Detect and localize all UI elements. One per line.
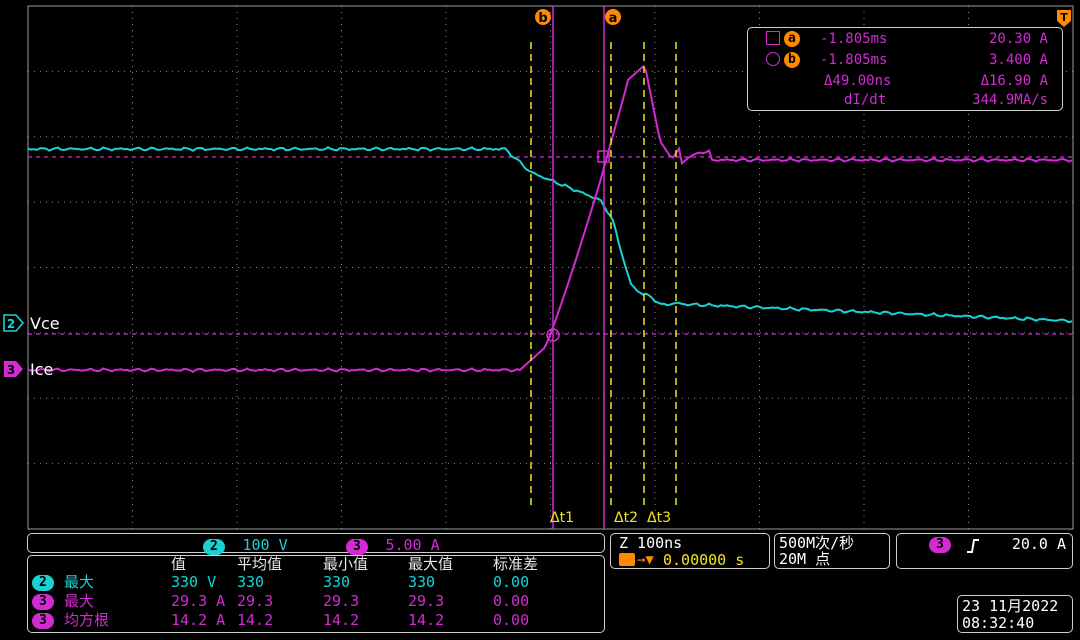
measurement-name: 最大	[64, 592, 95, 610]
trigger-level: 20.0 A	[1011, 535, 1066, 553]
sample-rate: 500M次/秒	[779, 534, 855, 552]
cursor-b-badge: b	[784, 51, 800, 68]
measurement-value: 330 V	[171, 573, 217, 591]
measurement-std: 0.00	[493, 573, 530, 591]
ch2-scale[interactable]: 2 100 V	[203, 535, 288, 555]
cursor-b-tag[interactable]: b	[535, 9, 551, 26]
time-display: 08:32:40	[962, 614, 1035, 632]
acquisition-panel[interactable]: 500M次/秒 20M 点	[774, 533, 890, 569]
delta-value-readout: Δ16.90 A	[980, 73, 1048, 89]
measurement-header: 最大值	[408, 555, 454, 573]
delta-time-readout: Δ49.00ns	[824, 73, 892, 89]
measurement-std: 0.00	[493, 592, 530, 610]
cursor-a-tag[interactable]: a	[605, 9, 621, 26]
trigger-position-marker[interactable]: T	[1057, 10, 1071, 27]
ch3-ice-waveform	[27, 64, 1073, 373]
svg-text:T: T	[1060, 11, 1068, 24]
cursor-a-badge: a	[784, 30, 800, 47]
trigger-source-badge: 3	[929, 537, 951, 553]
measurement-channel-badge: 3	[32, 613, 54, 629]
ch3-label: Ice	[30, 360, 53, 379]
delta-t2-label: Δt2	[614, 510, 638, 526]
record-length: 20M 点	[779, 550, 831, 568]
cursor-b-time: -1.805ms	[820, 52, 888, 68]
cursor-b-value: 3.400 A	[988, 52, 1048, 68]
oscilloscope-screen: b a T 2 Vce 3 Ice Δt1 Δt2 Δt3 a -1.805ms…	[0, 0, 1080, 640]
ch3-badge: 3	[346, 539, 368, 555]
measurement-channel-badge: 3	[32, 594, 54, 610]
svg-text:b: b	[538, 11, 547, 26]
datetime-panel: 23 11月2022 08:32:40	[957, 595, 1073, 633]
zoom-timebase: Z 100ns	[619, 534, 683, 552]
rate-label: dI/dt	[844, 92, 887, 108]
cursor-readout-panel[interactable]: a -1.805ms 20.30 A b -1.805ms 3.400 A Δ4…	[747, 27, 1063, 111]
delta-t3-label: Δt3	[647, 510, 671, 526]
svg-text:a: a	[609, 11, 618, 26]
channel-scale-bar[interactable]: 2 100 V 3 5.00 A	[27, 533, 605, 555]
ch2-badge: 2	[203, 539, 225, 555]
timebase-panel[interactable]: Z 100ns →▼ 0.00000 s	[610, 533, 770, 569]
ch2-label: Vce	[30, 314, 60, 333]
svg-text:3: 3	[7, 363, 15, 377]
ch3-offset-marker[interactable]: 3	[4, 361, 23, 377]
rising-edge-icon	[967, 539, 979, 553]
measurement-max: 14.2	[408, 611, 445, 629]
svg-text:2: 2	[7, 317, 15, 331]
delta-t1-label: Δt1	[550, 510, 574, 526]
measurement-name: 最大	[64, 573, 95, 591]
ch3-scale[interactable]: 3 5.00 A	[346, 535, 440, 555]
trigger-offset-arrow: →▼	[637, 552, 654, 568]
measurement-header: 平均值	[237, 555, 283, 573]
circle-cursor-icon	[766, 52, 780, 66]
cursor-a-time: -1.805ms	[820, 31, 888, 47]
measurement-mean: 14.2	[237, 611, 274, 629]
measurement-min: 29.3	[323, 592, 360, 610]
measurement-min: 330	[323, 573, 351, 591]
trigger-panel[interactable]: 3 20.0 A	[896, 533, 1073, 569]
date-display: 23 11月2022	[962, 597, 1059, 615]
measurement-header: 最小值	[323, 555, 369, 573]
measurement-channel-badge: 2	[32, 575, 54, 591]
trigger-position-icon	[619, 553, 635, 566]
ch2-offset-marker[interactable]: 2	[3, 314, 25, 332]
horizontal-position: 0.00000 s	[663, 551, 745, 569]
square-cursor-icon	[766, 31, 780, 45]
measurement-value: 29.3 A	[171, 592, 226, 610]
measurement-std: 0.00	[493, 611, 530, 629]
measurement-header: 标准差	[493, 555, 539, 573]
measurement-max: 29.3	[408, 592, 445, 610]
measurement-mean: 29.3	[237, 592, 274, 610]
measurement-header: 值	[171, 555, 187, 573]
measurement-name: 均方根	[64, 611, 110, 629]
measurement-mean: 330	[237, 573, 265, 591]
measurement-panel[interactable]: 值 平均值 最小值 最大值 标准差 2 最大 330 V 330 330 330 0.00 3 最大 29…	[27, 555, 605, 633]
measurement-max: 330	[408, 573, 436, 591]
measurement-value: 14.2 A	[171, 611, 226, 629]
cursor-a-value: 20.30 A	[988, 31, 1048, 47]
rate-value: 344.9MA/s	[972, 92, 1048, 108]
measurement-min: 14.2	[323, 611, 360, 629]
